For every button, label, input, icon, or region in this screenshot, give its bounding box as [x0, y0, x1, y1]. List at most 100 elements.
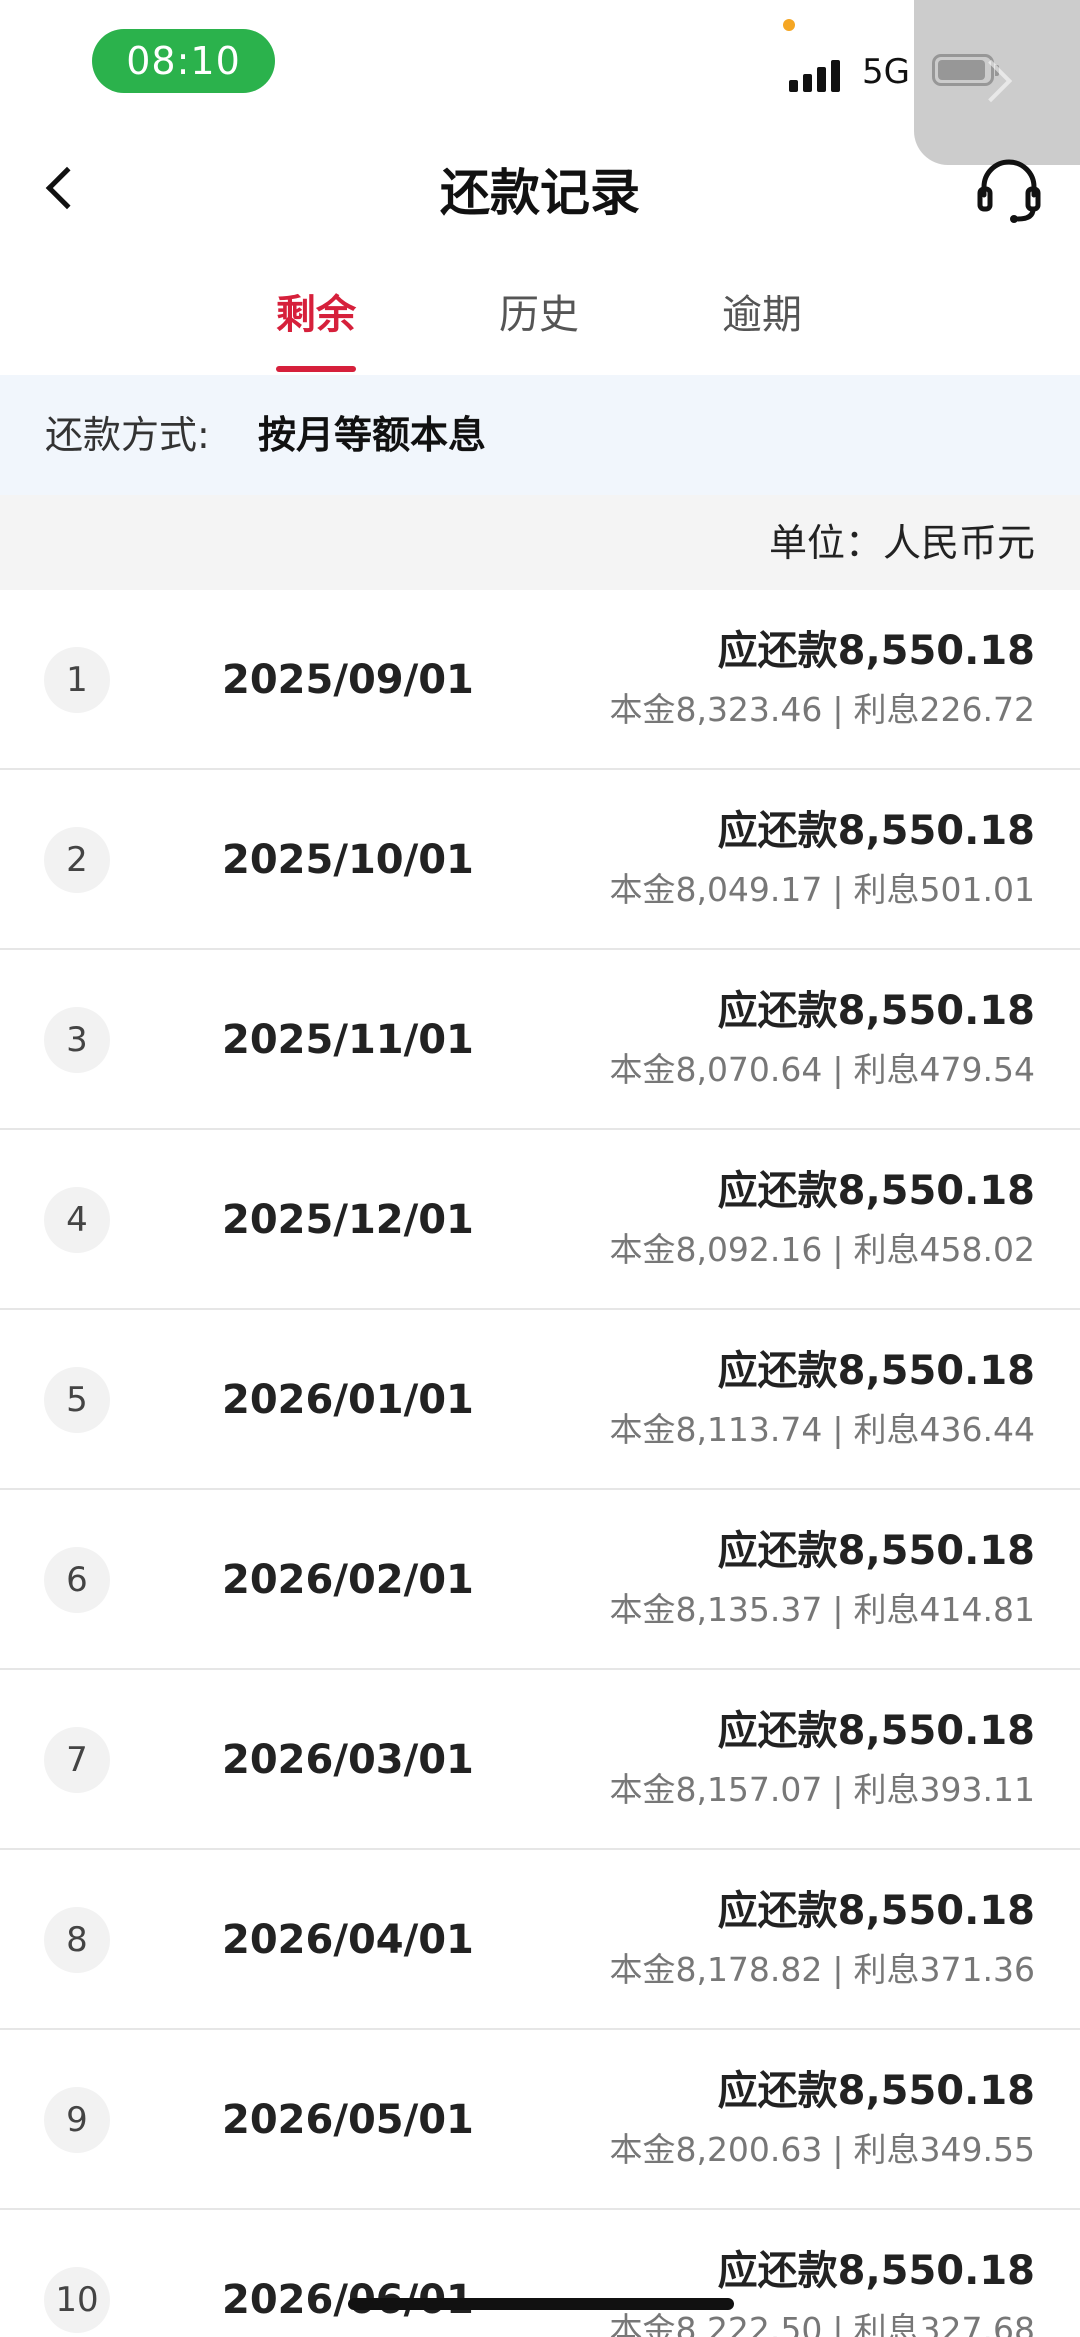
- amount-due-value: 8,550.18: [837, 628, 1035, 674]
- principal-interest-breakdown: 本金8,092.16 | 利息458.02: [609, 1226, 1035, 1274]
- amount-due-prefix: 应还款: [717, 1168, 838, 1214]
- amount-due: 应还款8,550.18: [718, 1702, 1035, 1760]
- principal-value: 8,157.07: [675, 1770, 823, 1809]
- principal-prefix: 本金: [609, 1050, 676, 1089]
- amount-due: 应还款8,550.18: [718, 2242, 1035, 2300]
- page-title: 还款记录: [440, 164, 640, 222]
- separator: |: [832, 1410, 844, 1449]
- separator: |: [832, 1050, 844, 1089]
- principal-prefix: 本金: [609, 2130, 676, 2169]
- unit-bar: 单位：人民币元: [0, 495, 1080, 590]
- separator: |: [832, 2130, 844, 2169]
- principal-value: 8,222.50: [675, 2310, 823, 2337]
- interest-prefix: 利息: [853, 1770, 920, 1809]
- due-date: 2025/09/01: [222, 657, 474, 703]
- interest-prefix: 利息: [853, 1950, 920, 1989]
- separator: |: [832, 1230, 844, 1269]
- amount-due: 应还款8,550.18: [718, 1342, 1035, 1400]
- amount-due-value: 8,550.18: [837, 1888, 1035, 1934]
- list-item[interactable]: 8 2026/04/01 应还款8,550.18 本金8,178.82 | 利息371.3…: [0, 1850, 1080, 2030]
- installment-index: 10: [44, 2267, 110, 2333]
- installment-index: 7: [44, 1727, 110, 1793]
- headset-icon[interactable]: [976, 155, 1042, 225]
- interest-value: 479.54: [919, 1050, 1035, 1089]
- due-date: 2026/03/01: [222, 1737, 474, 1783]
- interest-value: 414.81: [919, 1590, 1035, 1629]
- principal-prefix: 本金: [609, 1230, 676, 1269]
- amount-due-prefix: 应还款: [717, 808, 838, 854]
- interest-value: 501.01: [919, 870, 1035, 909]
- installment-index: 5: [44, 1367, 110, 1433]
- principal-interest-breakdown: 本金8,200.63 | 利息349.55: [609, 2126, 1035, 2174]
- amount-due: 应还款8,550.18: [718, 1882, 1035, 1940]
- separator: |: [832, 1950, 844, 1989]
- principal-value: 8,200.63: [675, 2130, 823, 2169]
- list-item[interactable]: 1 2025/09/01 应还款8,550.18 本金8,323.46 | 利息226.7…: [0, 590, 1080, 770]
- principal-interest-breakdown: 本金8,178.82 | 利息371.36: [609, 1946, 1035, 1994]
- principal-prefix: 本金: [609, 1410, 676, 1449]
- separator: |: [832, 1590, 844, 1629]
- due-date: 2025/11/01: [222, 1017, 474, 1063]
- tab-remaining[interactable]: 剩余: [246, 285, 386, 345]
- installment-index: 3: [44, 1007, 110, 1073]
- interest-prefix: 利息: [853, 2130, 920, 2169]
- principal-interest-breakdown: 本金8,135.37 | 利息414.81: [609, 1586, 1035, 1634]
- interest-prefix: 利息: [853, 1050, 920, 1089]
- principal-value: 8,323.46: [675, 690, 823, 729]
- home-indicator[interactable]: [348, 2298, 734, 2310]
- list-item[interactable]: 6 2026/02/01 应还款8,550.18 本金8,135.37 | 利息414.8…: [0, 1490, 1080, 1670]
- amount-due-value: 8,550.18: [837, 1528, 1035, 1574]
- due-date: 2026/04/01: [222, 1917, 474, 1963]
- list-item[interactable]: 102026/06/01应还款8,550.18本金8,222.50|利息327.…: [0, 2210, 1080, 2337]
- separator: |: [832, 1770, 844, 1809]
- list-item[interactable]: 7 2026/03/01 应还款8,550.18 本金8,157.07 | 利息393.1…: [0, 1670, 1080, 1850]
- interest-prefix: 利息: [853, 1410, 920, 1449]
- list-item[interactable]: 9 2026/05/01 应还款8,550.18 本金8,200.63 | 利息349.5…: [0, 2030, 1080, 2210]
- repayment-method-bar: 还款方式: 按月等额本息: [0, 375, 1080, 495]
- list-item[interactable]: 5 2026/01/01 应还款8,550.18 本金8,113.74 | 利息436.4…: [0, 1310, 1080, 1490]
- amount-due-value: 8,550.18: [837, 1348, 1035, 1394]
- status-time: 08:10: [92, 29, 275, 93]
- separator: |: [832, 690, 844, 729]
- amount-due-prefix: 应还款: [717, 2068, 838, 2114]
- installment-index: 2: [44, 827, 110, 893]
- principal-interest-breakdown: 本金8,323.46 | 利息226.72: [609, 686, 1035, 734]
- principal-interest-breakdown: 本金8,157.07 | 利息393.11: [609, 1766, 1035, 1814]
- principal-value: 8,113.74: [675, 1410, 823, 1449]
- tab-bar: 剩余 历史 逾期: [0, 270, 1080, 375]
- amount-due-value: 8,550.18: [837, 1168, 1035, 1214]
- interest-value: 371.36: [919, 1950, 1035, 1989]
- repayment-records-screen: 08:10 5G 还款记录 剩余 历史 逾期 还款方式: 按月等额本息 单位：人…: [0, 0, 1080, 2337]
- due-date: 2025/12/01: [222, 1197, 474, 1243]
- due-date: 2026/01/01: [222, 1377, 474, 1423]
- due-date: 2026/05/01: [222, 2097, 474, 2143]
- due-date: 2025/10/01: [222, 837, 474, 883]
- interest-prefix: 利息: [853, 870, 920, 909]
- list-item[interactable]: 3 2025/11/01 应还款8,550.18 本金8,070.64 | 利息479.5…: [0, 950, 1080, 1130]
- amount-due-value: 8,550.18: [837, 2068, 1035, 2114]
- interest-value: 226.72: [919, 690, 1035, 729]
- tab-overdue[interactable]: 逾期: [692, 285, 832, 345]
- principal-interest-breakdown: 本金8,113.74 | 利息436.44: [609, 1406, 1035, 1454]
- interest-value: 393.11: [919, 1770, 1035, 1809]
- nav-bar: 还款记录: [0, 130, 1080, 250]
- principal-prefix: 本金: [609, 1950, 676, 1989]
- amount-due: 应还款8,550.18: [718, 1162, 1035, 1220]
- interest-value: 458.02: [919, 1230, 1035, 1269]
- principal-interest-breakdown: 本金8,222.50 | 利息327.68: [609, 2306, 1035, 2337]
- list-item[interactable]: 2 2025/10/01 应还款8,550.18 本金8,049.17 | 利息501.0…: [0, 770, 1080, 950]
- principal-prefix: 本金: [609, 2310, 676, 2337]
- installment-list: 1 2025/09/01 应还款8,550.18 本金8,323.46 | 利息226.7…: [0, 590, 1080, 2337]
- amount-due: 应还款8,550.18: [718, 622, 1035, 680]
- list-item[interactable]: 4 2025/12/01 应还款8,550.18 本金8,092.16 | 利息458.0…: [0, 1130, 1080, 1310]
- amount-due-prefix: 应还款: [717, 1708, 838, 1754]
- amount-due-value: 8,550.18: [837, 808, 1035, 854]
- amount-due: 应还款8,550.18: [718, 2062, 1035, 2120]
- interest-value: 327.68: [919, 2310, 1035, 2337]
- network-type: 5G: [862, 52, 910, 92]
- principal-prefix: 本金: [609, 690, 676, 729]
- amount-due-value: 8,550.18: [837, 1708, 1035, 1754]
- amount-due-prefix: 应还款: [717, 1528, 838, 1574]
- amount-due-prefix: 应还款: [717, 1348, 838, 1394]
- tab-history[interactable]: 历史: [469, 285, 609, 345]
